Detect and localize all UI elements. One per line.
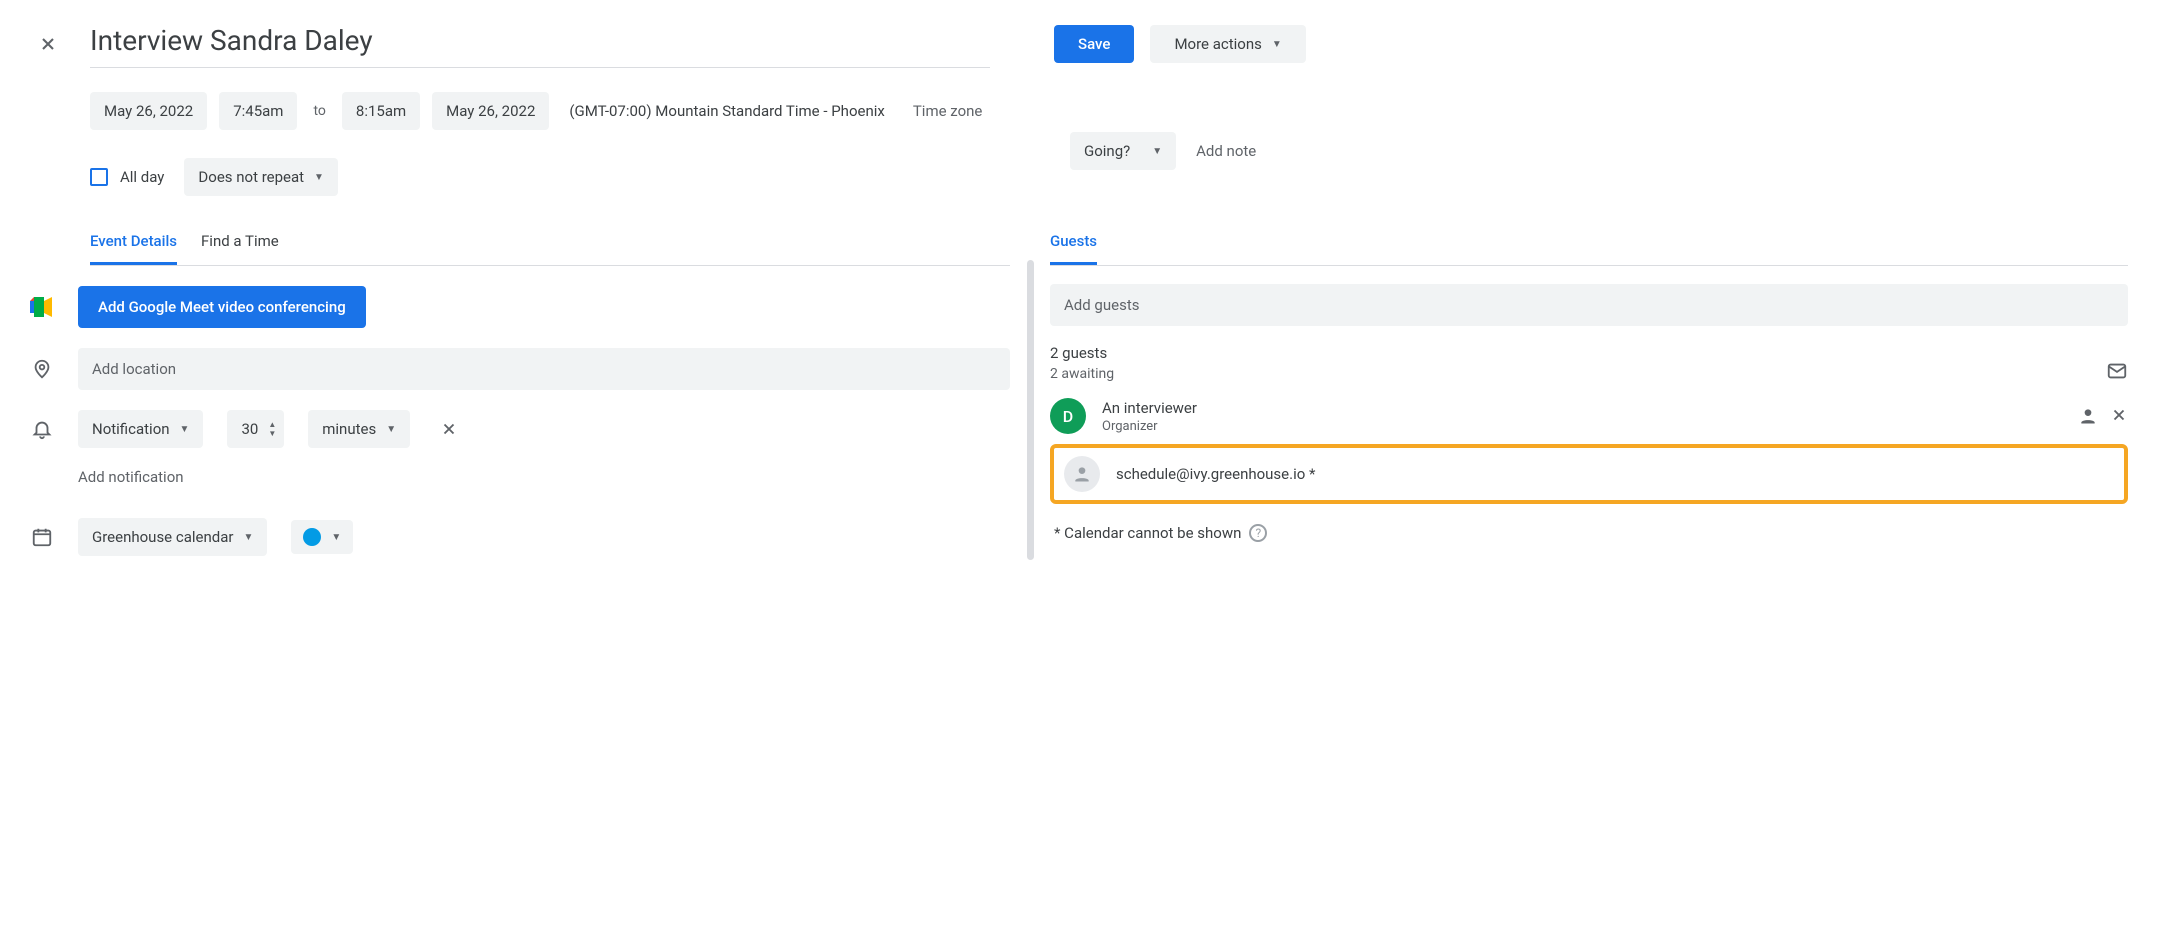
all-day-label: All day [120, 168, 164, 186]
all-day-checkbox-wrap[interactable]: All day [90, 168, 164, 186]
timezone-text: (GMT-07:00) Mountain Standard Time - Pho… [561, 102, 884, 120]
event-title-input[interactable] [90, 20, 990, 68]
mail-icon [2106, 360, 2128, 382]
calendar-name-dropdown[interactable]: Greenhouse calendar ▼ [78, 518, 267, 556]
chevron-down-icon: ▼ [243, 532, 253, 543]
repeat-dropdown[interactable]: Does not repeat ▼ [184, 158, 338, 196]
more-actions-button[interactable]: More actions ▼ [1150, 25, 1305, 63]
remove-guest-button[interactable] [2110, 406, 2128, 426]
avatar: D [1050, 398, 1086, 434]
location-input[interactable] [78, 348, 1010, 390]
scrollbar-thumb[interactable] [1027, 260, 1034, 560]
notification-type-dropdown[interactable]: Notification ▼ [78, 410, 203, 448]
calendar-icon [30, 526, 54, 548]
rsvp-going-label: Going? [1084, 142, 1130, 160]
highlighted-guest-annotation: schedule@ivy.greenhouse.io * [1050, 444, 2128, 504]
chevron-down-icon: ▼ [1152, 146, 1162, 157]
calendar-name-label: Greenhouse calendar [92, 528, 233, 546]
scrollbar[interactable] [1027, 260, 1034, 556]
close-icon [2110, 406, 2128, 424]
guest-row-schedule[interactable]: schedule@ivy.greenhouse.io * [1064, 456, 2114, 492]
email-guests-button[interactable] [2106, 360, 2128, 382]
end-date-picker[interactable]: May 26, 2022 [432, 92, 549, 130]
google-meet-icon [30, 297, 54, 317]
calendar-color-dropdown[interactable]: ▼ [291, 520, 353, 554]
chevron-down-icon: ▼ [331, 532, 341, 543]
help-icon[interactable]: ? [1249, 524, 1267, 542]
repeat-label: Does not repeat [198, 168, 304, 186]
notification-value-stepper[interactable]: 30 ▲ ▼ [227, 410, 284, 448]
add-notification-link[interactable]: Add notification [78, 468, 184, 486]
chevron-down-icon: ▼ [1272, 39, 1282, 50]
start-time-picker[interactable]: 7:45am [219, 92, 297, 130]
tab-event-details[interactable]: Event Details [90, 232, 177, 265]
timezone-link[interactable]: Time zone [897, 102, 983, 120]
close-icon [38, 34, 58, 54]
tab-guests[interactable]: Guests [1050, 232, 1097, 265]
guest-awaiting-text: 2 awaiting [1050, 366, 1114, 382]
notification-type-label: Notification [92, 420, 170, 438]
close-button[interactable] [30, 26, 66, 62]
calendar-footnote-text: * Calendar cannot be shown [1054, 524, 1241, 542]
rsvp-going-dropdown[interactable]: Going? ▼ [1070, 132, 1176, 170]
notification-unit-dropdown[interactable]: minutes ▼ [308, 410, 410, 448]
avatar [1064, 456, 1100, 492]
guest-row-organizer[interactable]: D An interviewer Organizer [1050, 398, 2128, 434]
stepper-up-icon[interactable]: ▲ [268, 421, 276, 429]
chevron-down-icon: ▼ [180, 424, 190, 435]
start-date-picker[interactable]: May 26, 2022 [90, 92, 207, 130]
chevron-down-icon: ▼ [314, 172, 324, 183]
all-day-checkbox[interactable] [90, 168, 108, 186]
notification-unit-label: minutes [322, 420, 376, 438]
chevron-down-icon: ▼ [386, 424, 396, 435]
guest-name: An interviewer [1102, 399, 2062, 417]
to-label: to [309, 103, 329, 119]
tab-find-a-time[interactable]: Find a Time [201, 232, 279, 265]
close-icon [440, 420, 458, 438]
stepper-down-icon[interactable]: ▼ [268, 430, 276, 438]
guest-count-text: 2 guests [1050, 344, 1114, 362]
guest-role: Organizer [1102, 419, 2062, 434]
add-guests-input[interactable] [1050, 284, 2128, 326]
end-time-picker[interactable]: 8:15am [342, 92, 420, 130]
mark-optional-button[interactable] [2078, 406, 2098, 426]
location-icon [30, 358, 54, 380]
remove-notification-button[interactable] [434, 414, 464, 444]
person-icon [2078, 406, 2098, 426]
save-button[interactable]: Save [1054, 25, 1134, 63]
more-actions-label: More actions [1174, 35, 1261, 53]
color-swatch [303, 528, 321, 546]
notification-value: 30 [241, 420, 258, 438]
notification-bell-icon [30, 418, 54, 440]
add-google-meet-button[interactable]: Add Google Meet video conferencing [78, 286, 366, 328]
person-icon [1072, 464, 1092, 484]
guest-name: schedule@ivy.greenhouse.io * [1116, 465, 2114, 483]
add-note-link[interactable]: Add note [1196, 142, 1256, 160]
